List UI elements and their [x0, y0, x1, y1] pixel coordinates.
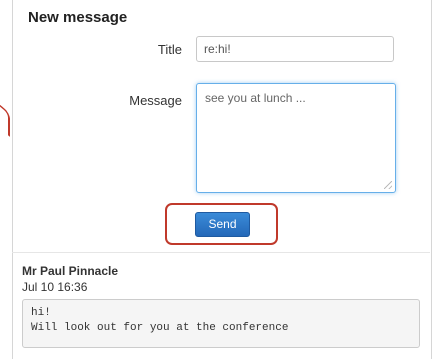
message-text: see you at lunch ...: [205, 91, 306, 105]
send-button[interactable]: Send: [195, 212, 250, 237]
message-author: Mr Paul Pinnacle: [22, 264, 119, 278]
message-subject: hi!: [31, 307, 51, 319]
message-label: Message: [129, 93, 182, 108]
message-content: hi! Will look out for you at the confere…: [22, 299, 420, 348]
resize-grip-icon[interactable]: [384, 181, 392, 189]
screen: New message Title Message see you at lun…: [0, 0, 434, 359]
title-input[interactable]: [196, 36, 394, 62]
title-label: Title: [157, 42, 182, 57]
message-body: Will look out for you at the conference: [31, 322, 289, 334]
message-timestamp: Jul 10 16:36: [22, 280, 88, 294]
page-title: New message: [28, 9, 128, 26]
annotation-arrow: [0, 102, 10, 138]
divider: [12, 252, 430, 253]
message-textarea[interactable]: see you at lunch ...: [196, 83, 396, 193]
